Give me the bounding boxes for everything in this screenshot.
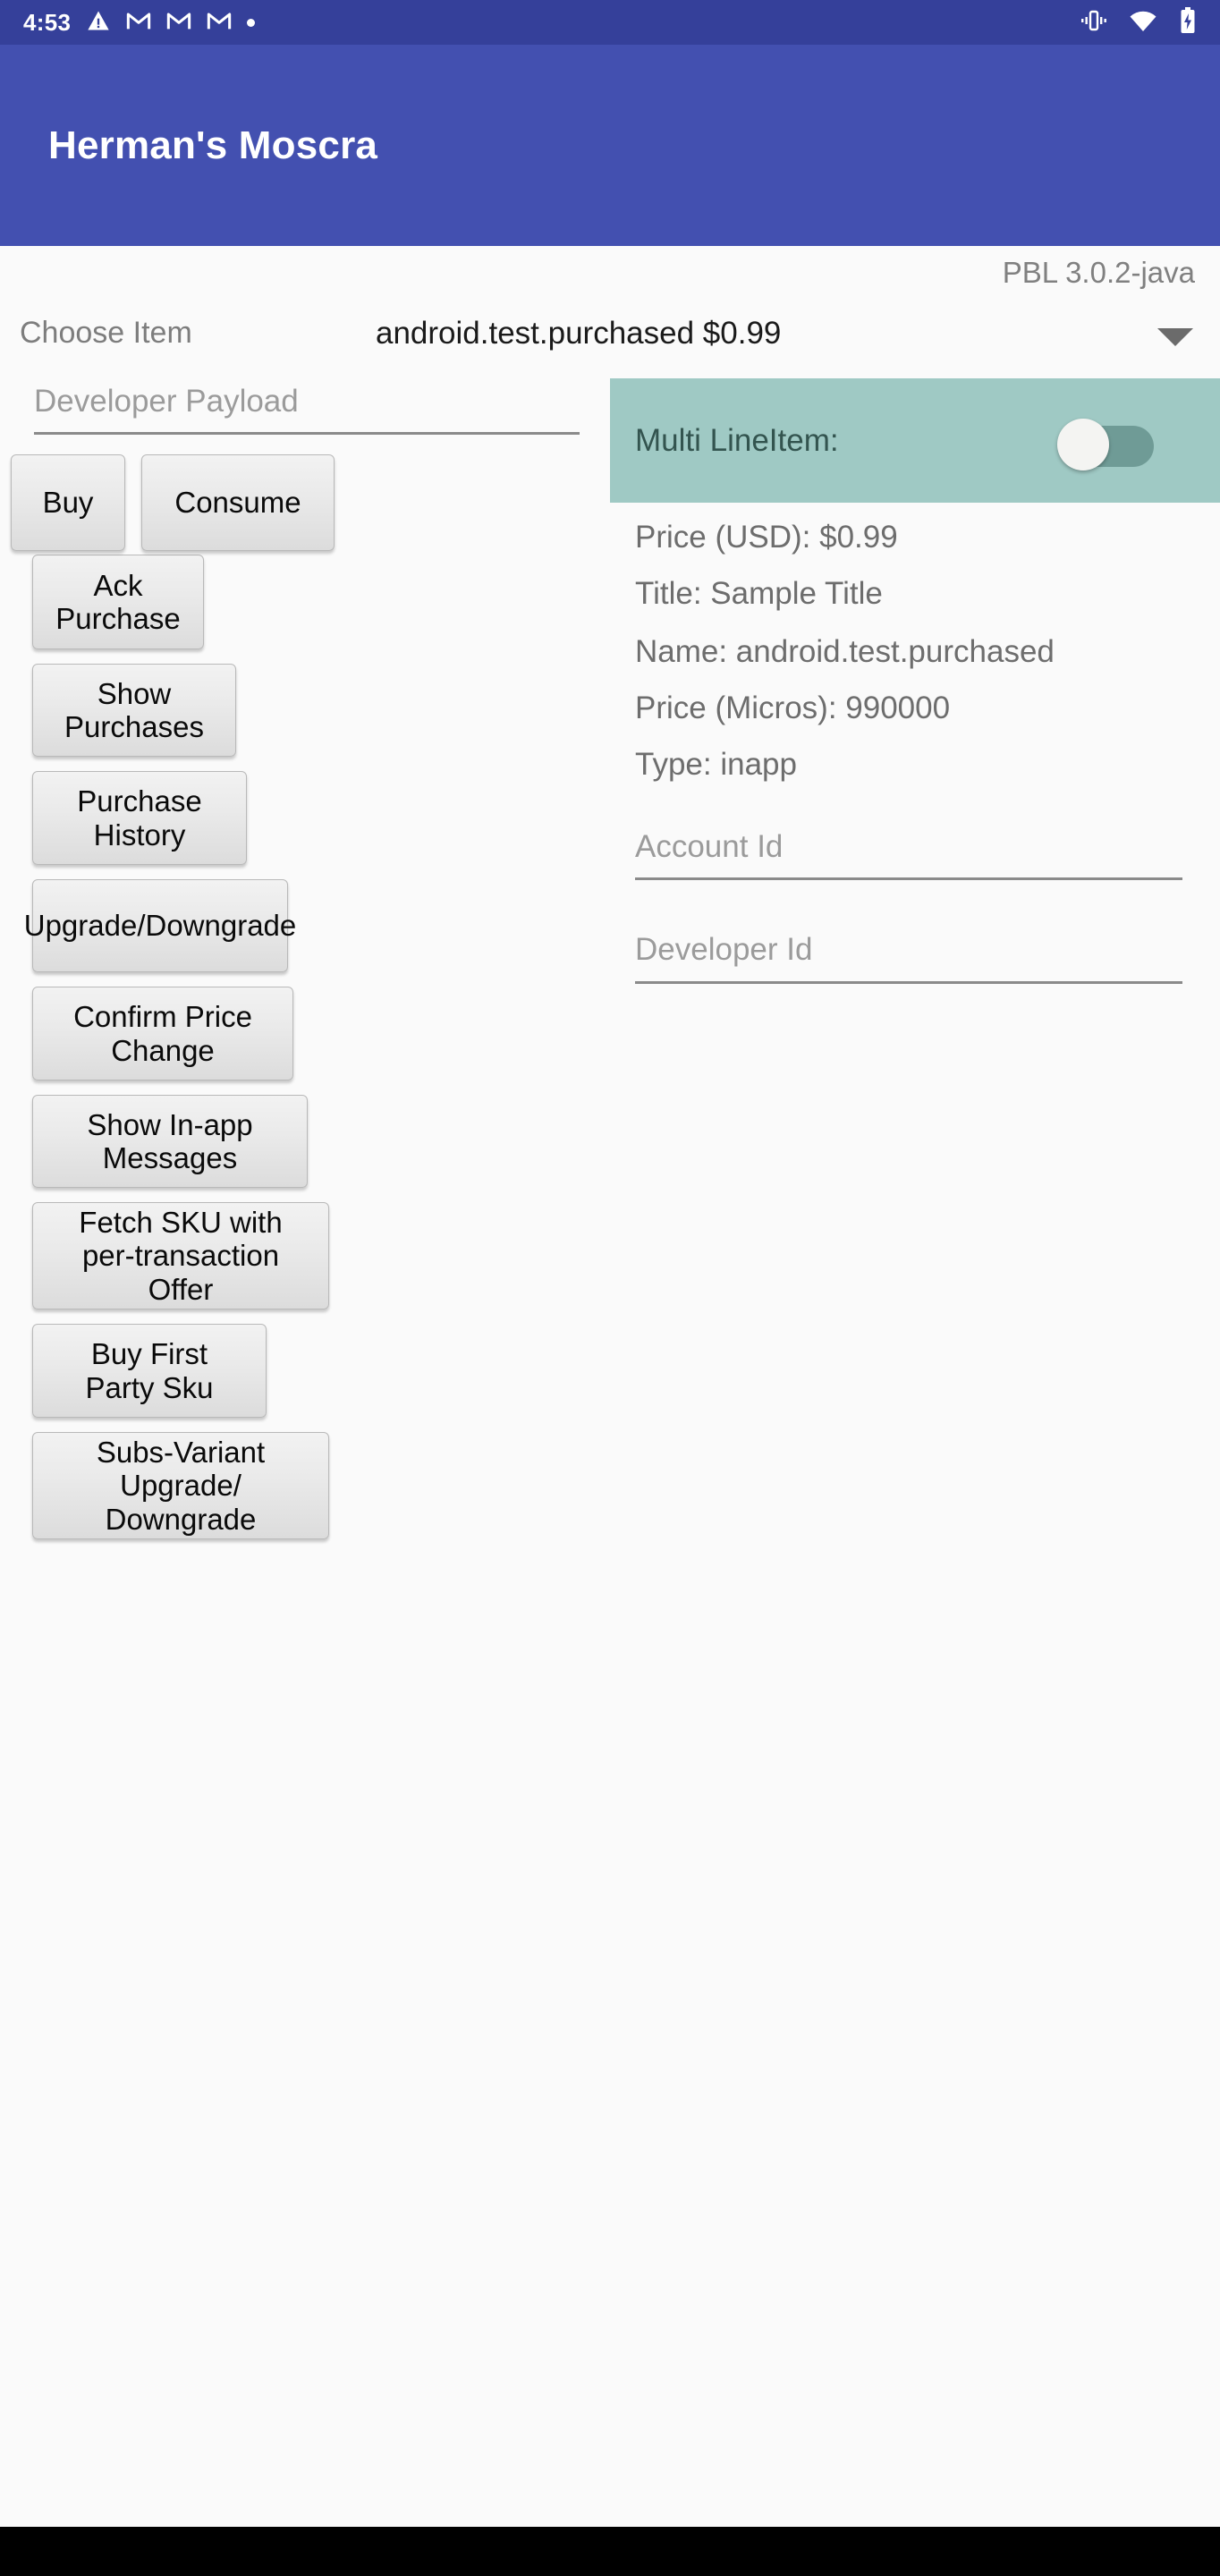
account-id-placeholder: Account Id	[635, 829, 784, 864]
gmail-icon-1	[126, 10, 151, 36]
status-bar-left-group: 4:53	[23, 8, 256, 38]
purchase-history-button[interactable]: Purchase History	[32, 771, 247, 866]
buy-first-party-sku-row: Buy First Party Sku	[32, 1324, 610, 1419]
upgrade-downgrade-button[interactable]: Upgrade/Downgrade	[24, 879, 296, 973]
status-bar-clock: 4:53	[23, 9, 72, 36]
version-label: PBL 3.0.2-java	[1002, 256, 1195, 289]
show-purchases-row: Show Purchases	[32, 664, 610, 758]
action-button-stack: Buy Consume Ack Purchase Show Purchases …	[0, 454, 610, 1540]
main-content: PBL 3.0.2-java Choose Item android.test.…	[0, 246, 1220, 2527]
buy-button[interactable]: Buy	[11, 454, 125, 552]
chevron-down-icon	[1157, 328, 1193, 346]
app-bar: Herman's Moscra	[0, 45, 1220, 246]
sku-spinner[interactable]: android.test.purchased $0.99	[376, 309, 1207, 369]
app-title: Herman's Moscra	[48, 123, 378, 167]
developer-id-placeholder: Developer Id	[635, 932, 813, 968]
sku-spinner-value: android.test.purchased $0.99	[376, 316, 782, 351]
name-text: Name: android.test.purchased	[635, 634, 1055, 669]
confirm-price-change-row: Confirm Price Change	[32, 987, 610, 1081]
type-text: Type: inapp	[635, 747, 797, 782]
multi-lineitem-row[interactable]: Multi LineItem:	[610, 378, 1220, 503]
consume-button[interactable]: Consume	[141, 454, 335, 552]
multi-lineitem-label: Multi LineItem:	[635, 422, 839, 458]
buy-first-party-sku-button[interactable]: Buy First Party Sku	[32, 1324, 267, 1419]
status-bar-right-group	[1080, 6, 1197, 38]
price-usd-text: Price (USD): $0.99	[635, 520, 898, 555]
developer-id-input[interactable]: Developer Id	[635, 927, 1182, 984]
price-micros-text: Price (Micros): 990000	[635, 691, 951, 725]
overflow-dot-icon	[247, 18, 256, 27]
status-bar: 4:53	[0, 0, 1220, 45]
warning-triangle-icon	[86, 8, 111, 38]
developer-payload-placeholder: Developer Payload	[34, 384, 299, 419]
vibrate-icon	[1080, 9, 1107, 37]
purchase-history-row: Purchase History	[32, 771, 610, 866]
buy-consume-row: Buy Consume	[0, 454, 610, 555]
fetch-sku-with-per-transaction-offer-button[interactable]: Fetch SKU with per-transaction Offer	[32, 1202, 329, 1310]
gmail-icon-3	[207, 10, 232, 36]
fetch-sku-offer-row: Fetch SKU with per-transaction Offer	[32, 1202, 610, 1310]
developer-payload-input[interactable]: Developer Payload	[34, 378, 580, 436]
confirm-price-change-button[interactable]: Confirm Price Change	[32, 987, 293, 1081]
subs-variant-upgrade-row: Subs-Variant Upgrade/ Downgrade	[32, 1432, 610, 1540]
title-text: Title: Sample Title	[635, 576, 883, 611]
subs-variant-upgrade-downgrade-button[interactable]: Subs-Variant Upgrade/ Downgrade	[32, 1432, 329, 1540]
wifi-icon	[1129, 9, 1157, 37]
show-inapp-messages-button[interactable]: Show In-app Messages	[32, 1095, 308, 1189]
choose-item-row: Choose Item android.test.purchased $0.99	[0, 309, 1220, 373]
ack-purchase-button[interactable]: Ack Purchase	[32, 555, 204, 650]
gmail-icon-2	[166, 10, 191, 36]
multi-lineitem-toggle[interactable]	[1057, 418, 1154, 470]
choose-item-label: Choose Item	[20, 316, 192, 350]
battery-charging-icon	[1179, 6, 1197, 38]
right-column: Multi LineItem: Price (USD): $0.99 Title…	[610, 378, 1220, 984]
upgrade-downgrade-row: Upgrade/Downgrade	[24, 879, 610, 973]
show-purchases-button[interactable]: Show Purchases	[32, 664, 236, 758]
account-id-input[interactable]: Account Id	[635, 824, 1182, 881]
system-navigation-bar	[0, 2527, 1220, 2576]
left-column: Developer Payload Buy Consume Ack Purcha…	[0, 378, 610, 1554]
toggle-thumb	[1057, 418, 1109, 470]
show-inapp-messages-row: Show In-app Messages	[32, 1095, 610, 1189]
ack-purchase-row: Ack Purchase	[32, 555, 610, 650]
